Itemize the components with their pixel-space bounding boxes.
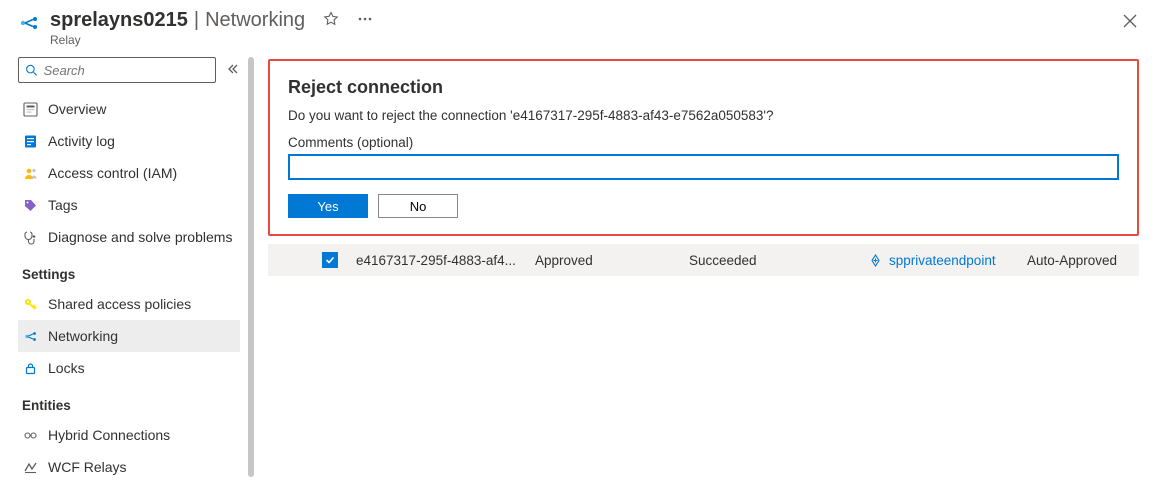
resource-type-label: Relay (50, 33, 1123, 47)
overview-icon (22, 102, 38, 117)
sidebar-section-settings: Settings (18, 253, 254, 288)
relay-resource-icon (18, 12, 40, 37)
description-cell: Auto-Approved (1027, 253, 1131, 268)
sidebar-item-label: Diagnose and solve problems (48, 229, 232, 245)
reject-connection-dialog: Reject connection Do you want to reject … (268, 59, 1139, 236)
activity-log-icon (22, 134, 38, 149)
private-endpoint-link: spprivateendpoint (889, 253, 996, 268)
lock-icon (22, 361, 38, 376)
connection-row[interactable]: e4167317-295f-4883-af4... Approved Succe… (268, 244, 1139, 276)
provisioning-state-cell: Succeeded (689, 253, 864, 268)
dialog-message: Do you want to reject the connection 'e4… (288, 108, 1119, 123)
hybrid-icon (22, 428, 38, 443)
sidebar-item-tags[interactable]: Tags (18, 189, 240, 221)
sidebar-item-label: Access control (IAM) (48, 165, 177, 181)
connection-state-cell: Approved (535, 253, 685, 268)
sidebar-item-label: WCF Relays (48, 459, 127, 475)
sidebar-item-label: Overview (48, 101, 106, 117)
sidebar: Overview Activity log Access control (IA… (0, 51, 254, 504)
more-menu-icon[interactable] (357, 10, 373, 33)
search-input[interactable] (44, 63, 209, 78)
close-blade-icon[interactable] (1123, 14, 1137, 33)
comments-label: Comments (optional) (288, 135, 1119, 150)
connection-id-cell: e4167317-295f-4883-af4... (356, 253, 531, 268)
sidebar-item-label: Hybrid Connections (48, 427, 170, 443)
yes-button[interactable]: Yes (288, 194, 368, 218)
dialog-title: Reject connection (288, 77, 1119, 98)
private-endpoint-icon (868, 253, 883, 268)
wcf-relay-icon (22, 460, 38, 475)
row-checkbox[interactable] (322, 252, 352, 268)
search-icon (25, 63, 38, 77)
no-button[interactable]: No (378, 194, 458, 218)
main-content: Reject connection Do you want to reject … (254, 51, 1155, 504)
tag-icon (22, 198, 38, 213)
sidebar-item-label: Shared access policies (48, 296, 191, 312)
page-section: Networking (205, 9, 305, 32)
network-icon (22, 329, 38, 344)
access-control-icon (22, 166, 38, 181)
sidebar-item-overview[interactable]: Overview (18, 93, 240, 125)
sidebar-item-locks[interactable]: Locks (18, 352, 240, 384)
sidebar-section-entities: Entities (18, 384, 254, 419)
key-icon (22, 297, 38, 312)
sidebar-item-wcf-relays[interactable]: WCF Relays (18, 451, 240, 483)
favorite-star-icon[interactable] (323, 10, 339, 33)
diagnose-icon (22, 230, 38, 245)
page-header: sprelayns0215 | Networking Relay (0, 0, 1155, 51)
private-endpoint-cell[interactable]: spprivateendpoint (868, 253, 1023, 268)
sidebar-item-access-control[interactable]: Access control (IAM) (18, 157, 240, 189)
comments-input[interactable] (288, 154, 1119, 180)
sidebar-item-label: Activity log (48, 133, 115, 149)
sidebar-item-label: Locks (48, 360, 85, 376)
sidebar-item-networking[interactable]: Networking (18, 320, 240, 352)
collapse-sidebar-icon[interactable] (226, 62, 238, 78)
sidebar-item-hybrid-connections[interactable]: Hybrid Connections (18, 419, 240, 451)
sidebar-item-diagnose[interactable]: Diagnose and solve problems (18, 221, 240, 253)
sidebar-item-label: Tags (48, 197, 78, 213)
sidebar-item-shared-access[interactable]: Shared access policies (18, 288, 240, 320)
resource-name: sprelayns0215 (50, 9, 188, 32)
page-title: sprelayns0215 | Networking (50, 8, 1123, 33)
sidebar-item-label: Networking (48, 328, 118, 344)
sidebar-item-activity-log[interactable]: Activity log (18, 125, 240, 157)
checkbox-checked-icon (322, 252, 338, 268)
sidebar-search[interactable] (18, 57, 216, 83)
